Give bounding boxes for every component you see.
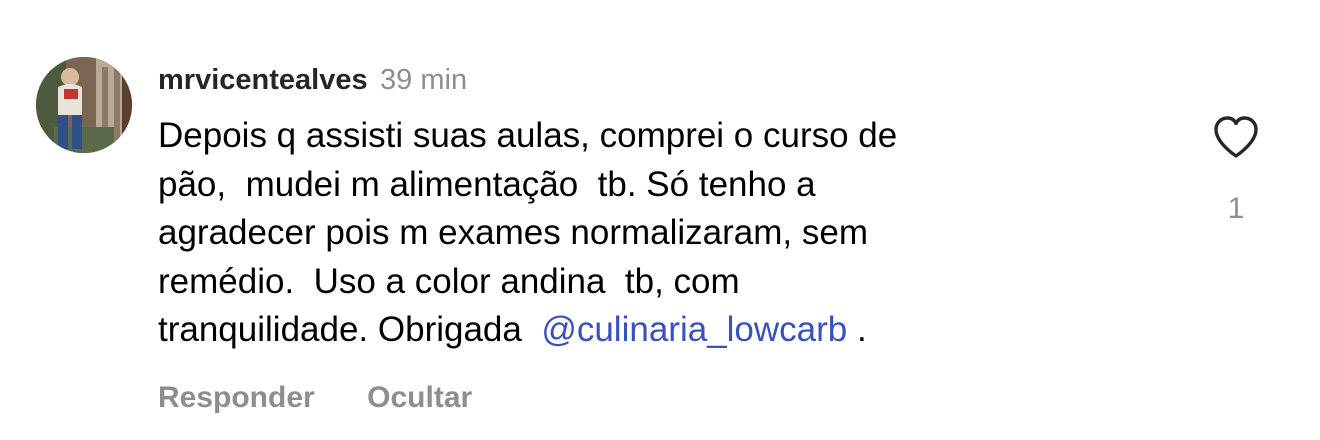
comment-item: mrvicentealves 39 min Depois q assisti s… [0,0,1320,440]
comment-text-line: agradecer pois m exames normalizaram, se… [158,213,868,252]
comment-text-line: remédio. Uso a color andina tb, com [158,261,740,301]
comment-actions: Responder Ocultar [158,376,472,420]
avatar[interactable] [36,57,132,153]
heart-outline-icon[interactable] [1212,114,1260,160]
comment-text-last-line: tranquilidade. Obrigada @culinaria_lowca… [158,306,1118,355]
mention-link[interactable]: @culinaria_lowcarb [541,310,847,349]
comment-text-segment: tranquilidade. Obrigada [158,310,542,349]
comment-text-line: pão, mudei m alimentação tb. Só tenho a [158,164,816,204]
comment-timestamp: 39 min [380,64,468,96]
avatar-photo [36,57,132,153]
reply-button[interactable]: Responder [158,381,315,414]
like-control: 1 [1208,114,1264,244]
comment-header: mrvicentealves 39 min [158,58,467,102]
comment-text-line: Depois q assisti suas aulas, comprei o c… [158,116,898,155]
hide-button[interactable]: Ocultar [367,381,472,414]
comment-text: Depois q assisti suas aulas, comprei o c… [158,112,1118,355]
like-count: 1 [1227,192,1245,225]
comment-text-segment: . [847,310,867,349]
username-link[interactable]: mrvicentealves [158,64,368,96]
